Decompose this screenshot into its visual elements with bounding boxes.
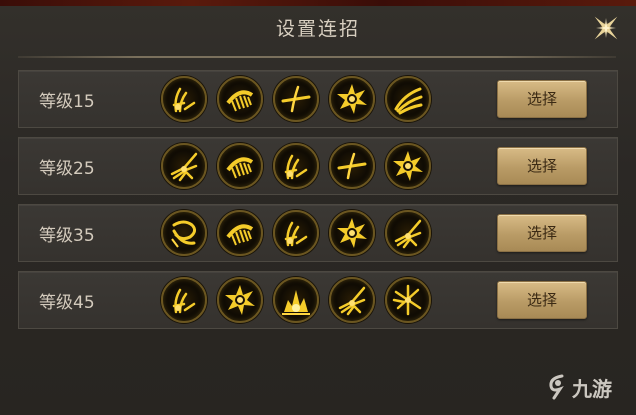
blade-cross-icon[interactable] <box>273 76 319 122</box>
combo-row-level-35: 等级35 选择 <box>18 204 618 262</box>
shatter-cross-icon[interactable] <box>385 277 431 323</box>
combo-dialog: 设置连招 等级15 选择 等级25 选择 等级35 选择 等级45 选择 九游 <box>0 6 636 415</box>
select-button[interactable]: 选择 <box>497 147 587 185</box>
combo-row-level-25: 等级25 选择 <box>18 137 618 195</box>
level-label: 等级15 <box>39 92 95 112</box>
level-label: 等级25 <box>39 159 95 179</box>
select-button[interactable]: 选择 <box>497 214 587 252</box>
claw-slash-icon[interactable] <box>273 210 319 256</box>
close-star-icon[interactable] <box>588 10 624 46</box>
level-label: 等级45 <box>39 293 95 313</box>
wing-spark-icon[interactable] <box>385 210 431 256</box>
comb-strike-icon[interactable] <box>217 76 263 122</box>
burst-star-icon[interactable] <box>329 210 375 256</box>
select-button[interactable]: 选择 <box>497 80 587 118</box>
9game-logo-icon <box>549 374 564 400</box>
watermark-text: 九游 <box>572 376 612 401</box>
watermark: 九游 <box>548 372 612 402</box>
claw-slash-icon[interactable] <box>161 277 207 323</box>
blade-cross-icon[interactable] <box>329 143 375 189</box>
level-label: 等级35 <box>39 226 95 246</box>
explosion-icon[interactable] <box>273 277 319 323</box>
comb-strike-icon[interactable] <box>217 143 263 189</box>
combo-row-level-15: 等级15 选择 <box>18 70 618 128</box>
combo-row-level-45: 等级45 选择 <box>18 271 618 329</box>
comb-strike-icon[interactable] <box>217 210 263 256</box>
wing-spark-icon[interactable] <box>329 277 375 323</box>
title-divider <box>18 56 616 58</box>
claw-slash-icon[interactable] <box>161 76 207 122</box>
wing-spark-icon[interactable] <box>161 143 207 189</box>
select-button[interactable]: 选择 <box>497 281 587 319</box>
burst-star-icon[interactable] <box>217 277 263 323</box>
burst-star-icon[interactable] <box>385 143 431 189</box>
whirl-wind-icon[interactable] <box>161 210 207 256</box>
claw-slash-icon[interactable] <box>273 143 319 189</box>
burst-star-icon[interactable] <box>329 76 375 122</box>
triple-wave-icon[interactable] <box>385 76 431 122</box>
dialog-title: 设置连招 <box>275 18 360 40</box>
